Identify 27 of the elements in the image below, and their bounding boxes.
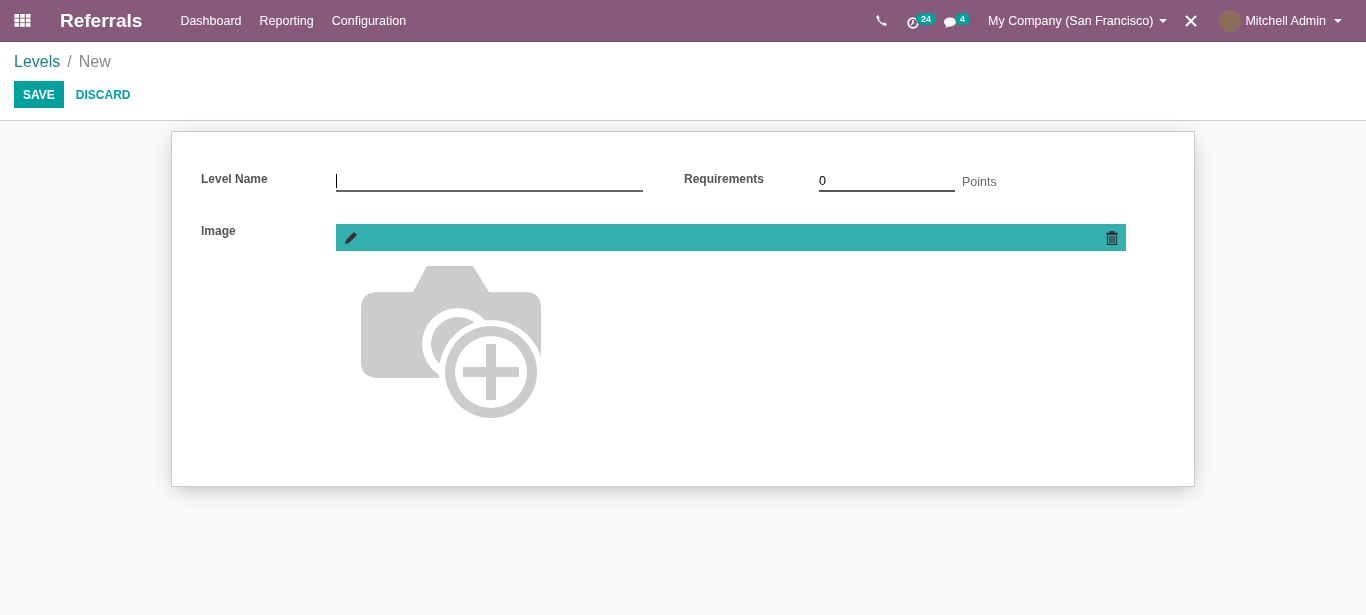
breadcrumb-link[interactable]: Levels bbox=[14, 53, 61, 71]
save-button[interactable]: SAVE bbox=[14, 81, 64, 108]
caret-icon bbox=[1334, 18, 1342, 23]
menu-item[interactable]: Configuration bbox=[331, 13, 407, 28]
breadcrumb-current: New bbox=[78, 53, 111, 71]
pencil-icon[interactable] bbox=[344, 230, 358, 245]
breadcrumb-separator: / bbox=[67, 53, 72, 71]
trash-icon[interactable] bbox=[1106, 230, 1118, 245]
field-label: Level Name bbox=[201, 172, 269, 186]
unit-label: Points bbox=[962, 175, 997, 189]
requirements-field[interactable]: 0 bbox=[819, 171, 955, 192]
menu-item[interactable]: Reporting bbox=[259, 13, 314, 28]
apps-grid-icon[interactable] bbox=[14, 14, 31, 27]
user-menu[interactable]: Mitchell Admin bbox=[1245, 13, 1326, 28]
discard-button[interactable]: DISCARD bbox=[63, 81, 143, 108]
menu-item[interactable]: Dashboard bbox=[180, 13, 242, 28]
level-name-field[interactable] bbox=[336, 171, 643, 192]
app-name: Referrals bbox=[60, 9, 143, 32]
clock-icon[interactable] bbox=[907, 16, 920, 29]
field-label: Image bbox=[201, 224, 237, 240]
chat-icon[interactable] bbox=[944, 16, 959, 29]
message-count: 4 bbox=[955, 12, 971, 25]
field-label: Requirements bbox=[684, 172, 766, 186]
phone-icon[interactable] bbox=[876, 15, 888, 26]
company-switcher[interactable]: My Company (San Francisco) bbox=[988, 13, 1154, 28]
activity-count: 24 bbox=[916, 12, 937, 25]
caret-icon bbox=[1159, 18, 1168, 23]
